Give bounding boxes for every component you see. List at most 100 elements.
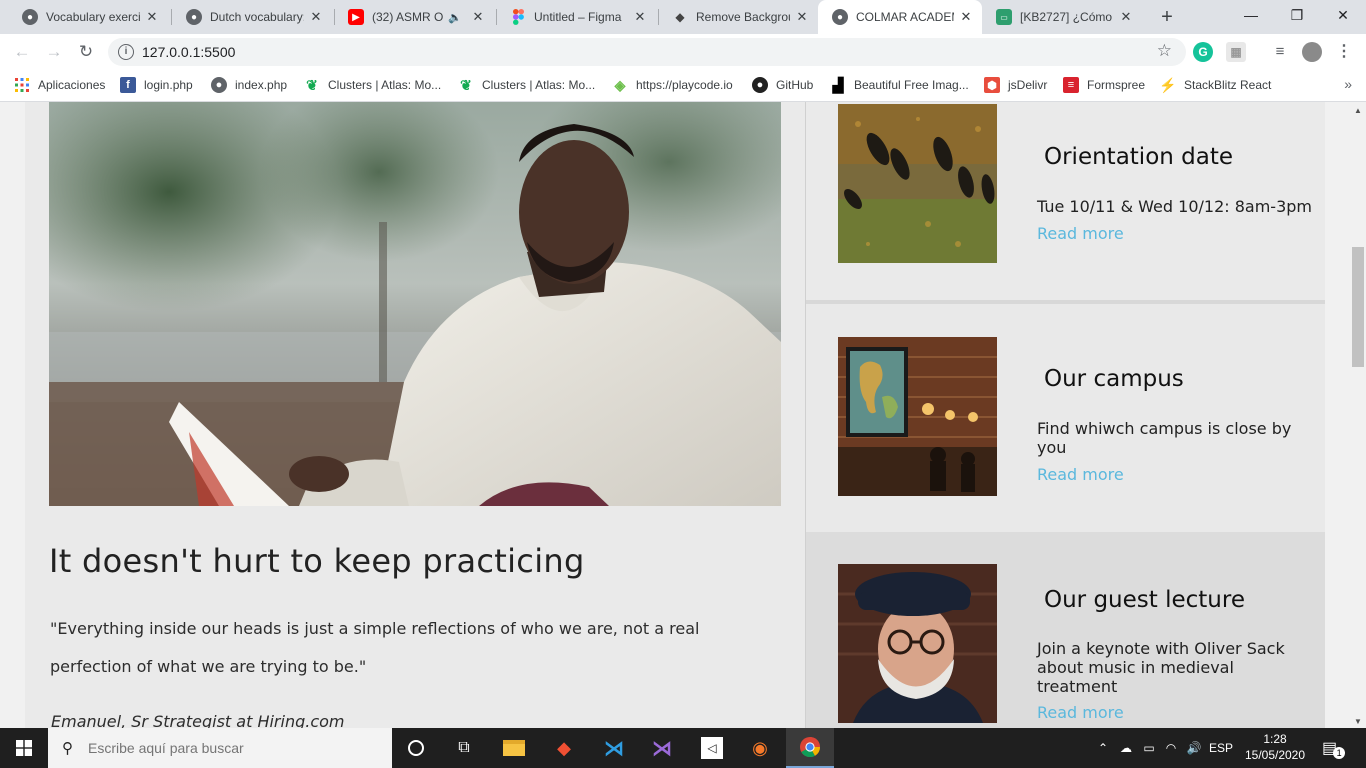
bookmarks-bar: Aplicaciones f login.php ● index.php ❦ C… bbox=[0, 70, 1366, 102]
apps-grid-icon bbox=[14, 77, 30, 93]
cortana-icon[interactable] bbox=[392, 728, 440, 768]
taskbar-search-input[interactable] bbox=[88, 740, 388, 756]
bookmark-unsplash[interactable]: ▟ Beautiful Free Imag... bbox=[830, 70, 969, 100]
mongodb-leaf-icon: ❦ bbox=[306, 76, 318, 93]
address-bar[interactable]: i ☆ bbox=[108, 38, 1186, 66]
bookmark-label: Formspree bbox=[1087, 78, 1146, 92]
unity-icon[interactable]: ◁ bbox=[688, 728, 736, 768]
mongodb-leaf-icon: ❦ bbox=[460, 76, 472, 93]
hero-image bbox=[49, 102, 781, 506]
language-indicator[interactable]: ESP bbox=[1206, 741, 1236, 755]
card-guest-lecture: Our guest lecture Join a keynote with Ol… bbox=[806, 532, 1325, 728]
bookmark-github[interactable]: ● GitHub bbox=[752, 70, 813, 100]
chrome-icon[interactable] bbox=[786, 728, 834, 768]
close-icon[interactable]: ✕ bbox=[308, 9, 324, 25]
star-icon[interactable]: ☆ bbox=[1157, 41, 1172, 61]
bookmark-stackblitz[interactable]: ⚡ StackBlitz React bbox=[1159, 70, 1272, 100]
figma-icon bbox=[510, 9, 526, 25]
task-view-icon[interactable]: ⧉ bbox=[440, 728, 488, 768]
article-quote: "Everything inside our heads is just a s… bbox=[50, 619, 700, 676]
avatar[interactable] bbox=[1302, 42, 1322, 62]
bookmark-label: GitHub bbox=[776, 78, 814, 92]
url-input[interactable] bbox=[142, 42, 1042, 62]
browser-tab[interactable]: ● Dutch vocabulary: ✕ bbox=[172, 0, 332, 34]
bookmark-atlas-1[interactable]: ❦ Clusters | Atlas: Mo... bbox=[304, 70, 441, 100]
new-tab-button[interactable]: + bbox=[1156, 6, 1178, 28]
close-icon[interactable]: ✕ bbox=[632, 9, 648, 25]
browser-tab[interactable]: ● Vocabulary exercis ✕ bbox=[8, 0, 168, 34]
file-explorer-icon[interactable] bbox=[490, 728, 538, 768]
notifications-button[interactable]: ▤ 1 bbox=[1322, 728, 1346, 768]
reload-button[interactable]: ↻ bbox=[74, 40, 98, 64]
read-more-link[interactable]: Read more bbox=[1037, 703, 1124, 722]
gitkraken-icon[interactable]: ◆ bbox=[540, 728, 588, 768]
menu-icon[interactable]: ⋮ bbox=[1334, 42, 1354, 62]
chevron-up-icon[interactable]: ⌃ bbox=[1092, 741, 1114, 755]
start-button[interactable] bbox=[0, 728, 48, 768]
playcode-icon: ◈ bbox=[614, 76, 626, 93]
windows-logo-icon bbox=[16, 740, 32, 756]
browser-tab[interactable]: ▶ (32) ASMR Ori 🔈 ✕ bbox=[334, 0, 494, 34]
card-title: Our guest lecture bbox=[1044, 587, 1245, 613]
bookmark-playcode[interactable]: ◈ https://playcode.io bbox=[612, 70, 733, 100]
taskbar-search[interactable]: ⚲ bbox=[48, 728, 392, 768]
grammarly-icon[interactable]: G bbox=[1193, 42, 1213, 62]
blender-icon[interactable]: ◉ bbox=[736, 728, 784, 768]
bookmark-formspree[interactable]: ≡ Formspree bbox=[1063, 70, 1145, 100]
close-icon[interactable]: ✕ bbox=[1118, 9, 1134, 25]
read-more-link[interactable]: Read more bbox=[1037, 224, 1124, 243]
scroll-down-arrow[interactable]: ▼ bbox=[1354, 717, 1362, 726]
article-title: It doesn't hurt to keep practicing bbox=[49, 542, 585, 580]
page-scrollbar[interactable]: ▲ ▼ bbox=[1350, 102, 1366, 728]
read-more-link[interactable]: Read more bbox=[1037, 465, 1124, 484]
system-tray: ⌃ ☁ ▭ ◠ 🔊 ESP bbox=[1092, 728, 1236, 768]
speaker-icon[interactable]: 🔈 bbox=[448, 11, 462, 24]
bookmark-index[interactable]: ● index.php bbox=[211, 70, 287, 100]
search-icon: ⚲ bbox=[62, 740, 73, 757]
close-icon[interactable]: ✕ bbox=[144, 9, 160, 25]
visual-studio-icon[interactable]: ⋊ bbox=[638, 728, 686, 768]
tab-title: (32) ASMR Ori bbox=[372, 10, 445, 24]
browser-tab[interactable]: Untitled – Figma ✕ bbox=[496, 0, 656, 34]
cloud-icon[interactable]: ☁ bbox=[1114, 741, 1138, 755]
tab-strip: ● Vocabulary exercis ✕ ● Dutch vocabular… bbox=[0, 0, 1366, 34]
removebg-icon: ◆ bbox=[675, 10, 685, 24]
battery-icon[interactable]: ▭ bbox=[1138, 741, 1160, 755]
clock-date: 15/05/2020 bbox=[1244, 748, 1306, 762]
formspree-icon: ≡ bbox=[1063, 77, 1079, 93]
stackblitz-icon: ⚡ bbox=[1159, 76, 1177, 93]
extension-icon[interactable]: ▦ bbox=[1226, 42, 1246, 62]
media-queue-icon[interactable]: ≡ bbox=[1270, 42, 1290, 62]
globe-icon: ● bbox=[186, 9, 202, 25]
browser-tab[interactable]: ▭ [KB2727] ¿Cómo t ✕ bbox=[982, 0, 1142, 34]
close-icon[interactable]: ✕ bbox=[470, 9, 486, 25]
forward-button[interactable]: → bbox=[42, 40, 66, 64]
bookmark-apps[interactable]: Aplicaciones bbox=[14, 70, 105, 100]
close-icon[interactable]: ✕ bbox=[958, 9, 974, 25]
minimize-button[interactable]: — bbox=[1228, 0, 1274, 30]
card-campus: Our campus Find whiwch campus is close b… bbox=[806, 304, 1325, 532]
info-icon[interactable]: i bbox=[118, 44, 134, 60]
bookmarks-overflow-button[interactable]: » bbox=[1344, 76, 1352, 92]
scroll-up-arrow[interactable]: ▲ bbox=[1354, 106, 1362, 115]
close-window-button[interactable]: ✕ bbox=[1320, 0, 1366, 30]
bookmark-login[interactable]: f login.php bbox=[120, 70, 193, 100]
scrollbar-thumb[interactable] bbox=[1352, 247, 1364, 367]
bookmark-atlas-2[interactable]: ❦ Clusters | Atlas: Mo... bbox=[458, 70, 595, 100]
taskbar-clock[interactable]: 1:28 15/05/2020 bbox=[1240, 731, 1310, 763]
bookmark-label: Beautiful Free Imag... bbox=[854, 78, 969, 92]
campus-image bbox=[838, 337, 997, 496]
bookmark-label: StackBlitz React bbox=[1184, 78, 1272, 92]
tab-title: Untitled – Figma bbox=[534, 10, 622, 24]
wifi-icon[interactable]: ◠ bbox=[1160, 741, 1182, 755]
volume-icon[interactable]: 🔊 bbox=[1182, 741, 1206, 755]
close-icon[interactable]: ✕ bbox=[794, 9, 810, 25]
maximize-button[interactable]: ❐ bbox=[1274, 0, 1320, 30]
card-text: Join a keynote with Oliver Sack about mu… bbox=[1037, 639, 1285, 696]
browser-tab-active[interactable]: ● COLMAR ACADEM ✕ bbox=[818, 0, 982, 34]
vscode-icon[interactable]: ⋊ bbox=[590, 728, 638, 768]
back-button[interactable]: ← bbox=[10, 40, 34, 64]
bookmark-label: jsDelivr bbox=[1008, 78, 1048, 92]
browser-tab[interactable]: ◆ Remove Backgrou ✕ bbox=[658, 0, 818, 34]
bookmark-jsdelivr[interactable]: ⬢ jsDelivr bbox=[984, 70, 1047, 100]
